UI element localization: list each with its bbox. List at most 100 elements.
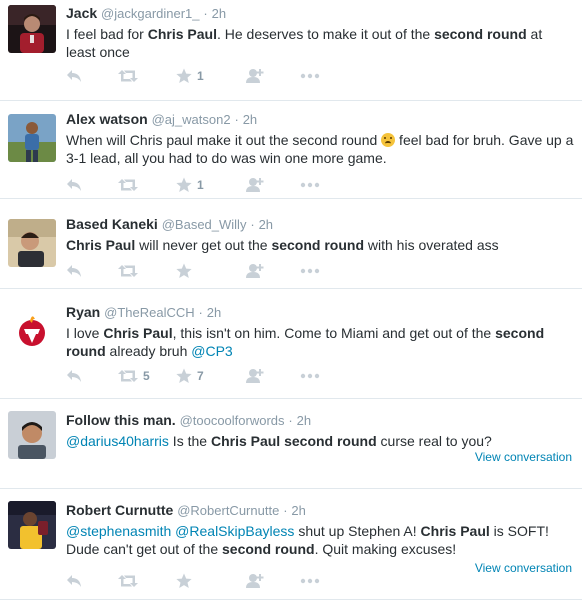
reply-button[interactable] bbox=[66, 68, 82, 84]
retweet-button[interactable] bbox=[118, 573, 138, 589]
display-name[interactable]: Ryan bbox=[66, 304, 100, 320]
tweet-timestamp[interactable]: 2h bbox=[291, 503, 305, 518]
tweet-timestamp[interactable]: 2h bbox=[212, 6, 226, 21]
follow-button[interactable] bbox=[246, 177, 264, 193]
more-icon bbox=[300, 268, 320, 274]
tweet-text-segment: Is the bbox=[168, 433, 211, 449]
mention-link[interactable]: @darius40harris bbox=[66, 433, 169, 449]
separator-dot: · bbox=[203, 6, 208, 21]
more-icon bbox=[300, 73, 320, 79]
tweet-timestamp[interactable]: 2h bbox=[243, 112, 257, 127]
separator-dot: · bbox=[283, 503, 288, 518]
display-name[interactable]: Robert Curnutte bbox=[66, 502, 173, 518]
more-button[interactable] bbox=[300, 177, 320, 193]
more-icon bbox=[300, 373, 320, 379]
avatar[interactable] bbox=[8, 501, 56, 549]
highlighted-term: Chris Paul bbox=[66, 237, 136, 253]
view-conversation-link[interactable]: View conversation bbox=[475, 450, 572, 464]
reply-icon bbox=[66, 178, 82, 192]
highlighted-term: second round bbox=[271, 237, 364, 253]
avatar[interactable] bbox=[8, 411, 56, 459]
tweet-text-segment: already bruh bbox=[105, 343, 192, 359]
reply-button[interactable] bbox=[66, 263, 82, 279]
more-button[interactable] bbox=[300, 573, 320, 589]
separator-dot: · bbox=[234, 112, 239, 127]
follow-button[interactable] bbox=[246, 368, 264, 384]
user-handle[interactable]: @TheRealCCH bbox=[104, 305, 195, 320]
tweet-item: Based Kaneki @Based_Willy · 2h Chris Pau… bbox=[0, 199, 582, 289]
avatar[interactable] bbox=[8, 307, 56, 355]
avatar[interactable] bbox=[8, 219, 56, 267]
more-icon bbox=[300, 182, 320, 188]
tweet-text: Chris Paul will never get out the second… bbox=[66, 236, 574, 254]
highlighted-term: second round bbox=[434, 26, 527, 42]
reply-button[interactable] bbox=[66, 177, 82, 193]
reply-icon bbox=[66, 264, 82, 278]
highlighted-term: Chris Paul bbox=[147, 26, 217, 42]
user-handle[interactable]: @jackgardiner1_ bbox=[101, 6, 199, 21]
highlighted-term: Chris Paul second round bbox=[210, 433, 377, 449]
favorite-button[interactable]: 7 bbox=[176, 368, 204, 384]
retweet-button[interactable] bbox=[118, 263, 138, 279]
follow-button[interactable] bbox=[246, 68, 264, 84]
tweet-timestamp[interactable]: 2h bbox=[259, 217, 273, 232]
more-icon bbox=[300, 578, 320, 584]
retweet-button[interactable] bbox=[118, 68, 138, 84]
tweet-timestamp[interactable]: 2h bbox=[207, 305, 221, 320]
reply-icon bbox=[66, 574, 82, 588]
favorite-button[interactable] bbox=[176, 263, 192, 279]
user-handle[interactable]: @Based_Willy bbox=[162, 217, 247, 232]
follow-icon bbox=[246, 263, 264, 279]
display-name[interactable]: Alex watson bbox=[66, 111, 148, 127]
tweet-text-segment: with his overated ass bbox=[364, 237, 499, 253]
follow-icon bbox=[246, 177, 264, 193]
display-name[interactable]: Based Kaneki bbox=[66, 216, 158, 232]
avatar[interactable] bbox=[8, 114, 56, 162]
more-button[interactable] bbox=[300, 263, 320, 279]
star-icon bbox=[176, 68, 192, 84]
tweet-text-segment: I love bbox=[66, 325, 104, 341]
follow-icon bbox=[246, 368, 264, 384]
follow-icon bbox=[246, 68, 264, 84]
favorite-count: 7 bbox=[197, 369, 204, 383]
retweet-count: 5 bbox=[143, 369, 150, 383]
follow-icon bbox=[246, 573, 264, 589]
follow-button[interactable] bbox=[246, 573, 264, 589]
mention-link[interactable]: @RealSkipBayless bbox=[175, 523, 294, 539]
tweet-item: Follow this man. @toocoolforwords · 2h @… bbox=[0, 399, 582, 489]
retweet-icon bbox=[118, 69, 138, 83]
tweet-text: @stephenasmith @RealSkipBayless shut up … bbox=[66, 522, 574, 558]
tweet-text-segment: will never get out the bbox=[135, 237, 272, 253]
follow-button[interactable] bbox=[246, 263, 264, 279]
view-conversation-link[interactable]: View conversation bbox=[475, 561, 572, 575]
highlighted-term: Chris Paul bbox=[103, 325, 173, 341]
tweet-text: When will Chris paul make it out the sec… bbox=[66, 131, 574, 167]
display-name[interactable]: Follow this man. bbox=[66, 412, 176, 428]
favorite-button[interactable]: 1 bbox=[176, 177, 204, 193]
star-icon bbox=[176, 263, 192, 279]
retweet-button[interactable] bbox=[118, 177, 138, 193]
tweet-timestamp[interactable]: 2h bbox=[297, 413, 311, 428]
star-icon bbox=[176, 368, 192, 384]
highlighted-term: Chris Paul bbox=[420, 523, 490, 539]
star-icon bbox=[176, 177, 192, 193]
tweet-text: @darius40harris Is the Chris Paul second… bbox=[66, 432, 574, 450]
reply-button[interactable] bbox=[66, 368, 82, 384]
highlighted-term: second round bbox=[222, 541, 315, 557]
user-handle[interactable]: @RobertCurnutte bbox=[177, 503, 279, 518]
more-button[interactable] bbox=[300, 368, 320, 384]
user-handle[interactable]: @aj_watson2 bbox=[152, 112, 231, 127]
favorite-button[interactable]: 1 bbox=[176, 68, 204, 84]
avatar[interactable] bbox=[8, 5, 56, 53]
user-handle[interactable]: @toocoolforwords bbox=[180, 413, 285, 428]
display-name[interactable]: Jack bbox=[66, 5, 97, 21]
favorite-button[interactable] bbox=[176, 573, 192, 589]
reply-button[interactable] bbox=[66, 573, 82, 589]
tweet-text-segment: curse real to you? bbox=[376, 433, 492, 449]
retweet-button[interactable]: 5 bbox=[118, 368, 150, 384]
mention-link[interactable]: @stephenasmith bbox=[66, 523, 171, 539]
tweet-item: Ryan @TheRealCCH · 2h I love Chris Paul,… bbox=[0, 289, 582, 399]
mention-link[interactable]: @CP3 bbox=[191, 343, 232, 359]
more-button[interactable] bbox=[300, 68, 320, 84]
tweet-feed: Jack @jackgardiner1_ · 2h I feel bad for… bbox=[0, 0, 582, 600]
